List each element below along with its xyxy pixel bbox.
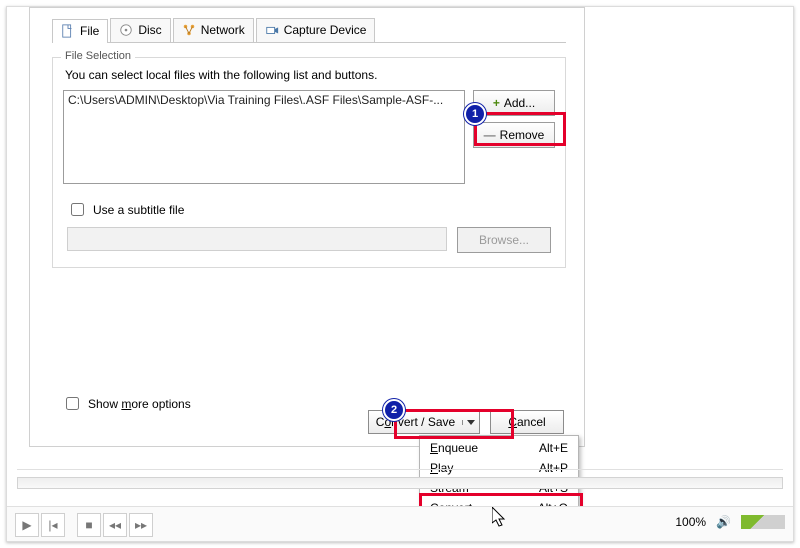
chevron-down-icon	[467, 420, 475, 425]
plus-icon: +	[493, 96, 500, 110]
volume-slider[interactable]	[741, 515, 785, 529]
app-frame: File Disc Network	[6, 6, 794, 542]
file-icon	[61, 24, 75, 38]
tab-label: File	[80, 24, 99, 38]
menu-item-play[interactable]: Play Alt+P	[420, 458, 578, 478]
prev-track-button[interactable]: |◂	[41, 513, 65, 537]
stop-button[interactable]: ■	[77, 513, 101, 537]
tab-file[interactable]: File	[52, 19, 108, 43]
checkbox-label: Use a subtitle file	[93, 203, 184, 217]
file-selection-hint: You can select local files with the foll…	[65, 68, 555, 82]
source-tabs: File Disc Network	[30, 8, 584, 42]
file-selection-group: File Selection You can select local file…	[52, 57, 566, 268]
browse-button: Browse...	[457, 227, 551, 253]
minus-icon: —	[484, 128, 496, 142]
shortcut: Alt+P	[539, 461, 568, 475]
tab-underline	[52, 42, 566, 43]
disc-icon	[119, 23, 133, 37]
button-label: Browse...	[479, 233, 529, 247]
tab-label: Network	[201, 23, 245, 37]
subtitle-checkbox[interactable]	[71, 203, 84, 216]
add-button[interactable]: + Add...	[473, 90, 555, 116]
cancel-button[interactable]: Cancel	[490, 410, 564, 434]
convert-save-button[interactable]: Convert / Save	[368, 410, 480, 434]
file-list-item[interactable]: C:\Users\ADMIN\Desktop\Via Training File…	[64, 91, 464, 109]
menu-item-enqueue[interactable]: Enqueue Alt+E	[420, 438, 578, 458]
tab-disc[interactable]: Disc	[110, 18, 170, 42]
subtitle-path-field	[67, 227, 447, 251]
remove-button[interactable]: — Remove	[473, 122, 555, 148]
shortcut: Alt+E	[539, 441, 568, 455]
tab-label: Capture Device	[284, 23, 367, 37]
prev-button[interactable]: ◂◂	[103, 513, 127, 537]
seek-track[interactable]	[17, 477, 783, 489]
next-button[interactable]: ▸▸	[129, 513, 153, 537]
button-label: Convert / Save	[369, 415, 462, 429]
subtitle-checkbox-row[interactable]: Use a subtitle file	[67, 200, 551, 219]
more-options-checkbox[interactable]	[66, 397, 79, 410]
group-title: File Selection	[61, 50, 135, 62]
divider	[17, 469, 783, 470]
player-toolbar: ▶ |◂ ■ ◂◂ ▸▸ 100% 🔊	[7, 506, 793, 541]
button-label: Remove	[500, 128, 545, 142]
convert-save-dropdown[interactable]	[462, 420, 479, 425]
speaker-icon[interactable]: 🔊	[716, 515, 731, 529]
tab-capture[interactable]: Capture Device	[256, 18, 376, 42]
button-label: Cancel	[508, 415, 545, 429]
tab-network[interactable]: Network	[173, 18, 254, 42]
play-button[interactable]: ▶	[15, 513, 39, 537]
capture-icon	[265, 23, 279, 37]
tab-label: Disc	[138, 23, 161, 37]
file-list[interactable]: C:\Users\ADMIN\Desktop\Via Training File…	[63, 90, 465, 184]
button-label: Add...	[504, 96, 535, 110]
show-more-options[interactable]: Show more options	[62, 394, 191, 413]
checkbox-label: Show more options	[88, 397, 191, 411]
network-icon	[182, 23, 196, 37]
zoom-level: 100%	[675, 515, 706, 529]
open-media-dialog: File Disc Network	[29, 7, 585, 447]
